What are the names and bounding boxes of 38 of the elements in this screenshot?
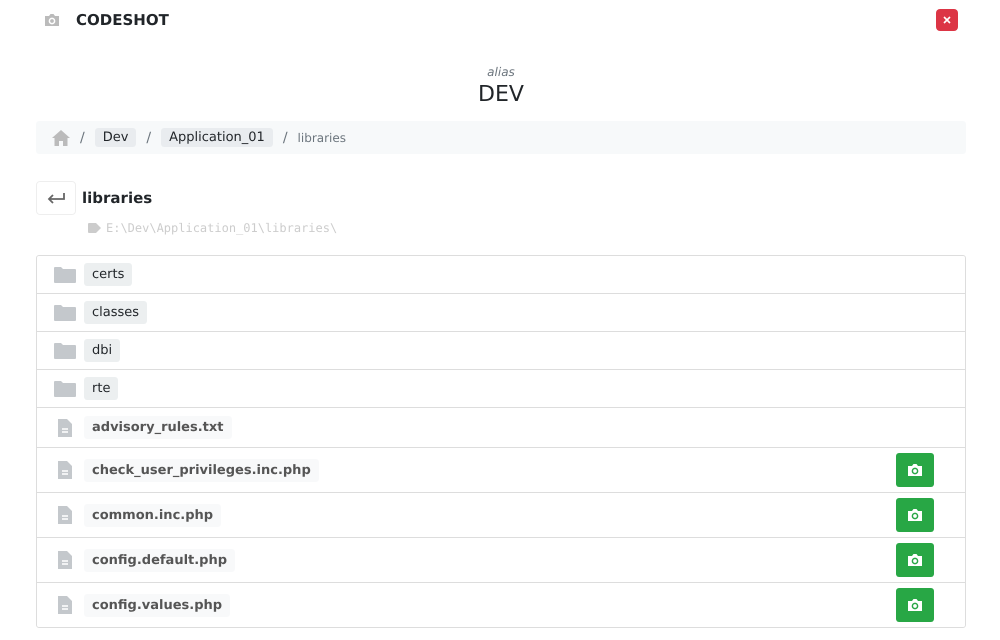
return-arrow-icon: [46, 192, 66, 204]
folder-link[interactable]: classes: [84, 301, 148, 324]
close-button[interactable]: [936, 9, 958, 31]
breadcrumb-separator: /: [80, 130, 85, 146]
camera-icon: [907, 508, 923, 522]
folder-icon: [54, 380, 76, 396]
camera-icon: [907, 553, 923, 567]
camera-icon: [907, 598, 923, 612]
back-button[interactable]: [36, 181, 76, 215]
page-title: DEV: [478, 82, 524, 107]
file-link[interactable]: config.default.php: [84, 548, 236, 572]
snapshot-button[interactable]: [896, 498, 934, 532]
folder-icon: [54, 266, 76, 282]
snapshot-button[interactable]: [896, 453, 934, 487]
breadcrumb-link[interactable]: Dev: [94, 128, 136, 147]
file-link[interactable]: advisory_rules.txt: [84, 416, 232, 439]
breadcrumb-separator: /: [146, 130, 152, 146]
snapshot-button[interactable]: [896, 543, 934, 577]
snapshot-button[interactable]: [896, 588, 934, 622]
camera-icon: [44, 13, 60, 27]
folder-name: libraries: [82, 189, 152, 207]
folder-link[interactable]: dbi: [84, 339, 120, 362]
close-icon: [943, 16, 951, 24]
home-icon[interactable]: [52, 130, 70, 146]
alias-label: alias: [487, 65, 515, 79]
breadcrumb-separator: /: [282, 130, 288, 146]
folder-icon: [54, 342, 76, 358]
app-title: CODESHOT: [76, 11, 170, 29]
folder-icon: [54, 304, 76, 320]
folder-link[interactable]: rte: [84, 377, 118, 400]
file-link[interactable]: check_user_privileges.inc.php: [84, 458, 319, 482]
file-link[interactable]: config.values.php: [84, 594, 230, 616]
tag-icon: [88, 223, 101, 233]
breadcrumb-current: libraries: [298, 130, 346, 144]
breadcrumb-link[interactable]: Application_01: [161, 128, 273, 147]
file-link[interactable]: common.inc.php: [84, 504, 222, 526]
camera-icon: [907, 463, 923, 477]
folder-link[interactable]: certs: [84, 263, 132, 286]
